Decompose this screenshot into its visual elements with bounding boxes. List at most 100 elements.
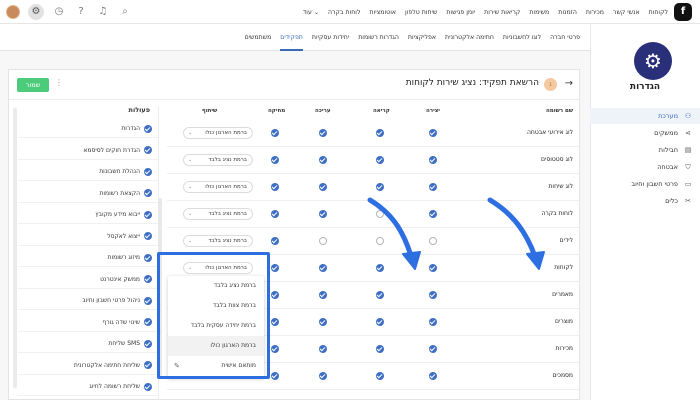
read-checkbox[interactable] <box>376 156 384 164</box>
action-row[interactable]: שליחת רשומה לחיוג <box>18 378 158 396</box>
top-nav-item[interactable]: משימות <box>529 9 549 16</box>
subtab[interactable]: פרטי חברה <box>550 24 580 51</box>
share-level-select[interactable]: ברמת נציג בלבד ⌄ <box>183 235 253 247</box>
checked-icon[interactable] <box>144 275 152 283</box>
checked-icon[interactable] <box>144 296 152 305</box>
action-row[interactable]: שינוי שדה גורף <box>18 314 158 332</box>
subtab[interactable]: הגדרות רשומות <box>358 24 399 51</box>
action-row[interactable]: שליחת SMS <box>18 335 158 353</box>
action-row[interactable]: הגדרת חוקים לסיסמא <box>18 142 158 160</box>
create-checkbox[interactable] <box>429 156 437 164</box>
delete-checkbox[interactable] <box>271 372 279 380</box>
edit-checkbox[interactable] <box>319 264 327 272</box>
edit-checkbox[interactable] <box>319 345 327 353</box>
subtab[interactable]: חתימה אלקטרונית <box>445 24 494 51</box>
top-nav-item[interactable]: עוד ⌄ <box>303 9 319 16</box>
action-row[interactable]: ייבוא מידע מקובץ <box>18 206 158 224</box>
bell-icon[interactable]: ♫ <box>96 5 110 19</box>
action-row[interactable]: מיזוג רשומות <box>18 249 158 267</box>
action-row[interactable]: שליחת חתימה אלקטרונית <box>18 357 158 375</box>
create-checkbox[interactable] <box>429 291 437 299</box>
sidebar-item[interactable]: ⚇ מערכת <box>590 108 700 124</box>
back-arrow-icon[interactable]: → <box>565 78 573 89</box>
action-row[interactable]: הגדרות <box>18 120 158 138</box>
action-row[interactable]: הנהלת חשבונות <box>18 163 158 181</box>
share-level-select[interactable]: ברמת נציג בלבד ⌄ <box>183 208 253 220</box>
edit-checkbox[interactable] <box>319 237 327 245</box>
checked-icon[interactable] <box>144 361 152 369</box>
read-checkbox[interactable] <box>376 264 384 272</box>
more-options-icon[interactable]: ⋮ <box>55 78 63 87</box>
share-level-select[interactable]: ברמת נציג בלבד ⌄ <box>183 154 253 166</box>
checked-icon[interactable] <box>144 146 152 154</box>
delete-checkbox[interactable] <box>271 210 279 218</box>
delete-checkbox[interactable] <box>271 129 279 137</box>
subtab[interactable]: משתמשים <box>245 24 272 51</box>
subtab[interactable]: אפליקציות <box>408 24 436 51</box>
top-nav-item[interactable]: שיחות טלפון <box>405 9 437 16</box>
action-row[interactable]: ממשק אינטרנט <box>18 271 158 289</box>
checked-icon[interactable] <box>144 189 152 197</box>
checked-icon[interactable] <box>144 382 152 391</box>
checked-icon[interactable] <box>144 210 152 219</box>
checked-icon[interactable] <box>144 253 152 262</box>
read-checkbox[interactable] <box>376 183 384 191</box>
create-checkbox[interactable] <box>429 129 437 137</box>
subtab[interactable]: תפקידים <box>280 24 303 51</box>
actions-scrollbar[interactable] <box>13 108 17 388</box>
checked-icon[interactable] <box>144 339 152 348</box>
delete-checkbox[interactable] <box>271 156 279 164</box>
top-nav-item[interactable]: אוטומציות <box>369 9 396 16</box>
read-checkbox[interactable] <box>376 291 384 299</box>
top-nav-item[interactable]: יומן פגישות <box>446 9 475 16</box>
user-avatar[interactable] <box>6 5 20 19</box>
sidebar-item[interactable]: ⛉ אבטחה <box>590 159 700 175</box>
top-nav-item[interactable]: קריאות שירות <box>484 9 520 16</box>
delete-checkbox[interactable] <box>271 345 279 353</box>
create-checkbox[interactable] <box>429 237 437 245</box>
delete-checkbox[interactable] <box>271 264 279 272</box>
read-checkbox[interactable] <box>376 345 384 353</box>
action-row[interactable]: הקצאת רשומות <box>18 185 158 203</box>
clock-icon[interactable]: ◷ <box>52 5 66 19</box>
create-checkbox[interactable] <box>429 183 437 191</box>
search-icon[interactable]: ⌕ <box>118 5 132 19</box>
sidebar-item[interactable]: ▭ פרטי חשבון וחיוב <box>590 176 700 192</box>
read-checkbox[interactable] <box>376 372 384 380</box>
share-level-select[interactable]: ברמת הארגון כולו ⌄ <box>183 127 253 139</box>
settings-gear-icon[interactable]: ⚙ <box>28 4 44 20</box>
checked-icon[interactable] <box>144 124 152 133</box>
read-checkbox[interactable] <box>376 318 384 326</box>
read-checkbox[interactable] <box>376 210 384 218</box>
delete-checkbox[interactable] <box>271 318 279 326</box>
edit-checkbox[interactable] <box>319 156 327 164</box>
top-nav-item[interactable]: אנשי קשר <box>613 9 640 16</box>
top-nav-item[interactable]: הזמנות <box>558 9 577 16</box>
sidebar-item[interactable]: ⋖ ממשקים <box>590 125 700 141</box>
help-icon[interactable]: ? <box>74 5 88 19</box>
create-checkbox[interactable] <box>429 372 437 380</box>
action-row[interactable]: ניהול פרטי חשבון וחיוב <box>18 292 158 310</box>
share-level-select[interactable]: ברמת הארגון כולו ⌄ <box>183 181 253 193</box>
read-checkbox[interactable] <box>376 129 384 137</box>
subtab[interactable]: יחידות עסקיות <box>312 24 349 51</box>
app-logo[interactable]: f <box>674 3 692 21</box>
edit-checkbox[interactable] <box>319 210 327 218</box>
edit-checkbox[interactable] <box>319 129 327 137</box>
delete-checkbox[interactable] <box>271 291 279 299</box>
checked-icon[interactable] <box>144 232 152 240</box>
edit-checkbox[interactable] <box>319 372 327 380</box>
top-nav-item[interactable]: לקוחות <box>649 9 668 16</box>
top-nav-item[interactable]: לוחות בקרה <box>328 9 360 16</box>
edit-checkbox[interactable] <box>319 183 327 191</box>
delete-checkbox[interactable] <box>271 183 279 191</box>
create-checkbox[interactable] <box>429 318 437 326</box>
sidebar-item[interactable]: ▤ חבילות <box>590 142 700 158</box>
checked-icon[interactable] <box>144 318 152 326</box>
action-row[interactable]: ייצוא לאקסל <box>18 228 158 246</box>
sidebar-item[interactable]: ✂ כלים <box>590 193 700 209</box>
checked-icon[interactable] <box>144 167 152 176</box>
subtab[interactable]: לוגו לחשבוניות <box>503 24 541 51</box>
top-nav-item[interactable]: מכירות <box>586 9 604 16</box>
edit-checkbox[interactable] <box>319 318 327 326</box>
